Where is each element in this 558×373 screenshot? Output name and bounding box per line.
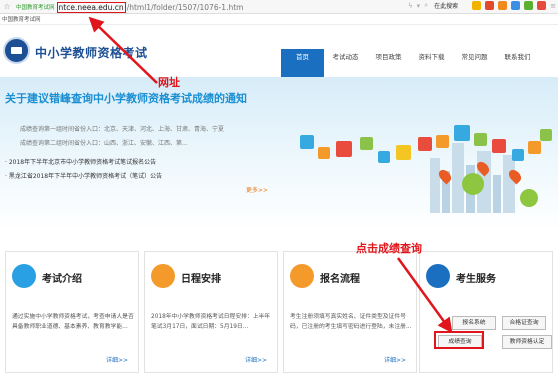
nav-policy[interactable]: 项目政策 — [367, 49, 410, 77]
card-title: 考试介绍 — [42, 274, 82, 285]
url-path: /html1/folder/1507/1076-1.htm — [126, 2, 244, 12]
certificate-query-button[interactable]: 合格证查询 — [502, 316, 546, 330]
registration-system-button[interactable]: 报名系统 — [452, 316, 496, 330]
news-item-1[interactable]: · 2018年下半年北京市中小学教师资格考试笔试报名公告 — [5, 157, 156, 166]
nav-contact[interactable]: 联系我们 — [496, 49, 539, 77]
score-query-highlight — [434, 331, 484, 349]
url-field[interactable]: 中国教育考试网 ntce.neea.edu.cn /html1/folder/1… — [14, 1, 243, 13]
site-header: 中小学教师资格考试 首页 考试动态 项目政策 资料下载 常见问题 联系我们 — [0, 25, 558, 77]
banner: 关于建议错峰查询中小学教师资格考试成绩的通知 成绩查询第一组时间省份入口：北京、… — [0, 77, 558, 231]
card-more-link[interactable]: 详细>> — [106, 355, 128, 364]
site-title: 中小学教师资格考试 — [35, 46, 148, 60]
lightning-icon[interactable]: ϟ — [408, 2, 413, 10]
extension-icon-yellow[interactable] — [472, 1, 482, 10]
url-domain: ntce.neea.edu.cn — [56, 1, 126, 13]
extension-icon-red[interactable] — [485, 1, 495, 10]
search-input[interactable]: 在此搜索 — [432, 1, 468, 10]
pen-icon — [290, 264, 314, 288]
chevron-down-icon[interactable]: ▾ — [417, 2, 421, 10]
card-exam-intro[interactable]: 考试介绍 通过实施中小学教师资格考试，考查申请人是否具备教师职业道德、基本素养、… — [5, 251, 139, 373]
site-badge: 中国教育考试网 — [16, 5, 55, 11]
nav-home[interactable]: 首页 — [281, 49, 324, 77]
chart-icon — [12, 264, 36, 288]
teacher-cert-button[interactable]: 教师资格认定 — [502, 335, 552, 349]
card-title: 报名流程 — [320, 274, 360, 285]
bookmark-star-icon[interactable]: ☆ — [0, 2, 14, 11]
nav-exam-news[interactable]: 考试动态 — [324, 49, 367, 77]
news-item-2-text: 黑龙江省2018年下半年中小学教师资格考试（笔试）公告 — [8, 173, 163, 180]
toolbar-right: ϟ ▾ ⌕ 在此搜索 ≡ — [408, 1, 556, 10]
search-icon[interactable]: ⌕ — [424, 1, 428, 10]
card-more-link[interactable]: 详细>> — [384, 355, 406, 364]
nav-downloads[interactable]: 资料下载 — [410, 49, 453, 77]
news-item-2[interactable]: · 黑龙江省2018年下半年中小学教师资格考试（笔试）公告 — [5, 171, 162, 180]
extension-icon-orange[interactable] — [498, 1, 508, 10]
bookmark-bar: 中国教育考试网 — [0, 14, 558, 25]
card-text: 2018年中小学教师资格考试日程安排：上半年笔试3月17日，面试日期：5月19日… — [151, 314, 271, 330]
card-title: 考生服务 — [456, 274, 496, 285]
score-annotation: 点击成绩查询 — [356, 242, 422, 255]
card-candidate-services: 考生服务 报名系统 合格证查询 成绩查询 教师资格认定 — [419, 251, 553, 373]
calendar-check-icon — [151, 264, 175, 288]
card-text: 通过实施中小学教师资格考试，考查申请人是否具备教师职业道德、基本素养、教育教学能… — [12, 314, 134, 330]
banner-more-link[interactable]: 更多>> — [246, 185, 268, 194]
user-icon — [426, 264, 450, 288]
url-annotation: 网址 — [158, 76, 180, 89]
news-item-1-text: 2018年下半年北京市中小学教师资格考试笔试报名公告 — [8, 159, 157, 166]
card-more-link[interactable]: 详细>> — [245, 355, 267, 364]
main-nav: 首页 考试动态 项目政策 资料下载 常见问题 联系我们 — [281, 49, 539, 77]
address-bar: ☆ 中国教育考试网 ntce.neea.edu.cn /html1/folder… — [0, 0, 558, 14]
banner-line-1: 成绩查询第一组时间省份入口：北京、天津、河北、上海、甘肃、青海、宁夏 — [20, 126, 225, 133]
logo-icon — [3, 37, 30, 64]
card-registration[interactable]: 报名流程 考生注册须填写真实姓名、证件类型及证件号码，已注册的考生填写密码进行登… — [283, 251, 417, 373]
banner-line-2: 成绩查询第二组时间省份入口：山西、浙江、安徽、江西、第... — [20, 140, 188, 147]
bookmark-item[interactable]: 中国教育考试网 — [0, 17, 41, 23]
nav-faq[interactable]: 常见问题 — [453, 49, 496, 77]
extension-icon-blue[interactable] — [511, 1, 521, 10]
card-schedule[interactable]: 日程安排 2018年中小学教师资格考试日程安排：上半年笔试3月17日，面试日期：… — [144, 251, 278, 373]
card-text: 考生注册须填写真实姓名、证件类型及证件号码，已注册的考生填写密码进行登陆，未注册… — [290, 314, 412, 330]
extension-icon-green[interactable] — [524, 1, 534, 10]
card-title: 日程安排 — [181, 274, 221, 285]
service-cards: 考试介绍 通过实施中小学教师资格考试，考查申请人是否具备教师职业道德、基本素养、… — [0, 251, 558, 373]
menu-icon[interactable]: ≡ — [550, 2, 556, 10]
extension-icon-red-2[interactable] — [537, 1, 547, 10]
banner-title[interactable]: 关于建议错峰查询中小学教师资格考试成绩的通知 — [5, 90, 247, 106]
